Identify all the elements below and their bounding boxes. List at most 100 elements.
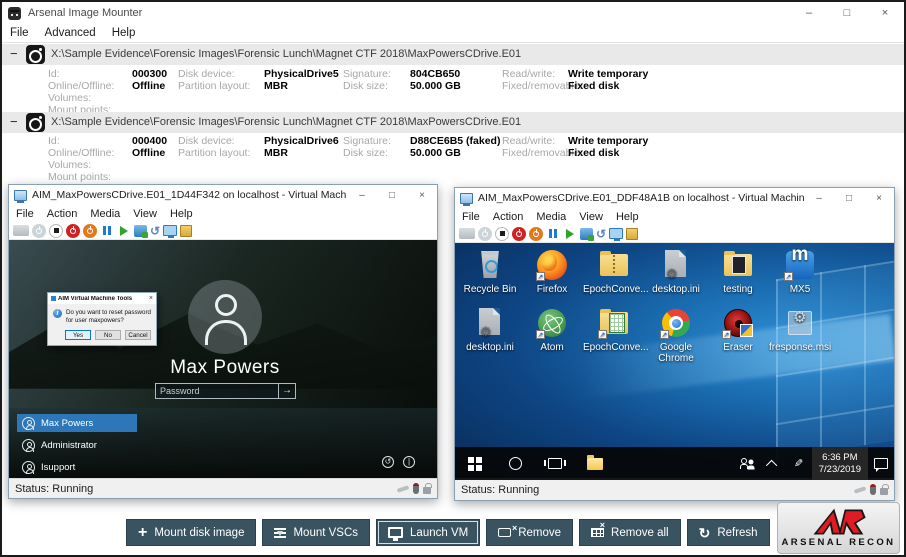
dialog-close-icon[interactable]: × [149,295,153,302]
enhanced-session-icon[interactable] [609,228,623,239]
tray-overflow-button[interactable] [760,447,786,480]
power-icon[interactable]: | [403,456,415,468]
vm-menu-media[interactable]: Media [90,208,120,220]
mount-vscs-button[interactable]: Mount VSCs [262,519,370,546]
vm-menu-file[interactable]: File [16,208,34,220]
id-label: Id: [48,135,60,147]
insert-disk-icon[interactable] [626,228,638,240]
vm-menu-help[interactable]: Help [170,208,193,220]
disk-entry-header[interactable]: − X:\Sample Evidence\Forensic Images\For… [2,112,904,133]
vm-screen-desktop[interactable]: Recycle Bin Firefox EpochConve... deskto… [455,243,894,480]
yes-button[interactable]: Yes [65,330,91,340]
vm-menu-view[interactable]: View [579,211,603,223]
shut-down-icon[interactable] [66,224,80,238]
password-input[interactable] [155,383,279,399]
maximize-button[interactable]: □ [377,185,407,205]
maximize-button[interactable]: □ [828,2,866,24]
taskbar-clock[interactable]: 6:36 PM 7/23/2019 [812,447,868,480]
user-tile-isupport[interactable]: Isupport [17,458,137,476]
partition-label: Partition layout: [178,80,250,92]
desktop-icon-recycle-bin[interactable]: Recycle Bin [459,249,521,295]
id-label: Id: [48,68,60,80]
remove-all-button[interactable]: Remove all [579,519,681,546]
desktop-icon-mx5[interactable]: MX5 [769,249,831,295]
menu-advanced[interactable]: Advanced [45,27,96,39]
action-center-button[interactable] [868,447,894,480]
resume-icon[interactable] [563,227,577,241]
desktop-icon-epochconverter-zip[interactable]: EpochConve... [583,249,645,295]
ease-of-access-icon[interactable]: ↺ [382,456,394,468]
desktop-icon-google-chrome[interactable]: Google Chrome [645,307,707,364]
submit-password-button[interactable]: → [279,383,296,399]
hard-disk-icon [26,113,45,132]
vm-menu-action[interactable]: Action [493,211,524,223]
installer-icon [784,307,816,339]
resume-icon[interactable] [117,224,131,238]
folder-spreadsheet-icon [598,307,630,339]
ctrl-alt-del-icon[interactable] [13,225,29,236]
menu-file[interactable]: File [10,27,29,39]
minimize-button[interactable]: – [804,188,834,208]
checkpoint-icon[interactable] [134,225,147,237]
task-view-icon [548,458,562,469]
desktop-icon-epochconverter-xls[interactable]: EpochConve... [583,307,645,364]
vm-menu-help[interactable]: Help [616,211,639,223]
turn-off-icon[interactable] [49,224,63,238]
launch-vm-button[interactable]: Launch VM [376,519,480,546]
minimize-button[interactable]: – [347,185,377,205]
start-button[interactable] [455,447,495,480]
save-state-icon[interactable] [83,224,97,238]
cancel-button[interactable]: Cancel [125,330,151,340]
app-icon [8,7,21,20]
start-vm-icon[interactable] [32,224,46,238]
desktop-icon-testing[interactable]: testing [707,249,769,295]
enhanced-session-icon[interactable] [163,225,177,236]
ctrl-alt-del-icon[interactable] [459,228,475,239]
revert-icon[interactable]: ↺ [150,224,160,238]
menu-help[interactable]: Help [112,27,136,39]
vm-menu-file[interactable]: File [462,211,480,223]
refresh-button[interactable]: ↻ Refresh [687,519,770,546]
shut-down-icon[interactable] [512,227,526,241]
disk-entry-header[interactable]: − X:\Sample Evidence\Forensic Images\For… [2,44,904,65]
maximize-button[interactable]: □ [834,188,864,208]
desktop-icon-desktop-ini[interactable]: desktop.ini [645,249,707,295]
checkpoint-icon[interactable] [580,228,593,240]
eraser-icon [722,307,754,339]
file-explorer-button[interactable] [575,447,615,480]
desktop-icon-firefox[interactable]: Firefox [521,249,583,295]
desktop-icon-eraser[interactable]: Eraser [707,307,769,364]
close-button[interactable]: × [864,188,894,208]
minimize-button[interactable]: – [790,2,828,24]
collapse-toggle[interactable]: − [10,115,22,129]
people-button[interactable] [734,447,760,480]
turn-off-icon[interactable] [495,227,509,241]
cortana-button[interactable] [495,447,535,480]
vm-screen-login[interactable]: AIM Virtual Machine Tools × i Do you wan… [9,240,437,480]
mount-disk-image-button[interactable]: + Mount disk image [126,519,256,546]
close-button[interactable]: × [407,185,437,205]
revert-icon[interactable]: ↺ [596,227,606,241]
desktop-icon-desktop-ini[interactable]: desktop.ini [459,307,521,364]
desktop-icon-fresponse-msi[interactable]: fresponse.msi [769,307,831,364]
start-vm-icon[interactable] [478,227,492,241]
pause-icon[interactable] [546,227,560,241]
task-view-button[interactable] [535,447,575,480]
collapse-toggle[interactable]: − [10,47,22,61]
vm-menu-view[interactable]: View [133,208,157,220]
no-button[interactable]: No [95,330,121,340]
desktop-icon-atom[interactable]: Atom [521,307,583,364]
vm-menu-action[interactable]: Action [47,208,78,220]
insert-disk-icon[interactable] [180,225,192,237]
vm-window-login: AIM_MaxPowersCDrive.E01_1D44F342 on loca… [8,184,438,499]
ini-file-icon [660,249,692,281]
disk-size-label: Disk size: [343,80,388,92]
close-button[interactable]: × [866,2,904,24]
pause-icon[interactable] [100,224,114,238]
save-state-icon[interactable] [529,227,543,241]
user-tile-max-powers[interactable]: Max Powers [17,414,137,432]
user-tile-administrator[interactable]: Administrator [17,436,137,454]
remove-button[interactable]: Remove [486,519,573,546]
pen-settings-button[interactable]: ✎ [786,447,812,480]
vm-menu-media[interactable]: Media [536,211,566,223]
